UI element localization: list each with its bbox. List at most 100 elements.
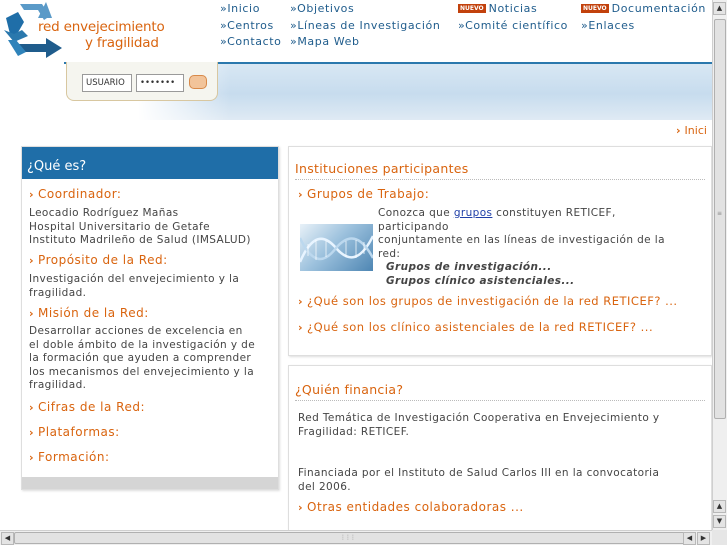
faq-grupos-investigacion[interactable]: › ¿Qué son los grupos de investigación de… bbox=[298, 294, 678, 308]
nav-noticias[interactable]: NUEVO Noticias bbox=[458, 2, 537, 15]
orange-arrow-icon: › bbox=[676, 124, 681, 137]
horizontal-scrollbar[interactable]: ◀ ⋮⋮⋮ ◀ ▶ bbox=[0, 530, 712, 545]
grip-icon: ≡ bbox=[717, 210, 722, 217]
orange-arrow-icon: › bbox=[29, 451, 35, 464]
orange-arrow-icon: › bbox=[29, 307, 35, 320]
cifras-heading[interactable]: › Cifras de la Red: bbox=[29, 400, 145, 414]
grupos-intro-line1: Conozca que grupos constituyen RETICEF, bbox=[378, 207, 665, 221]
breadcrumb-inicio[interactable]: Inici bbox=[685, 124, 707, 137]
nav-enlaces[interactable]: »Enlaces bbox=[581, 19, 635, 32]
scroll-left-arrow-icon[interactable]: ◀ bbox=[683, 532, 696, 545]
financia-line: Fragilidad: RETICEF. bbox=[298, 425, 410, 438]
intro-line: red: bbox=[378, 247, 401, 260]
financia-line: del 2006. bbox=[298, 480, 352, 493]
nav-inicio-link[interactable]: »Inicio bbox=[220, 2, 260, 15]
scroll-right-arrow-icon[interactable]: ▶ bbox=[697, 532, 710, 545]
mision-line: los mecanismos del envejecimiento y la bbox=[29, 365, 255, 378]
orange-arrow-icon: › bbox=[298, 188, 304, 201]
nav-mapa-link[interactable]: »Mapa Web bbox=[290, 35, 360, 48]
grip-icon: ⋮⋮⋮ bbox=[340, 534, 356, 541]
scroll-up-arrow-icon[interactable]: ▲ bbox=[713, 2, 726, 15]
nav-documentacion[interactable]: NUEVO Documentación bbox=[581, 2, 706, 15]
grupos-clinicos-link[interactable]: Grupos clínico asistenciales... bbox=[378, 275, 665, 289]
orange-arrow-icon: › bbox=[29, 188, 35, 201]
orange-arrow-icon: › bbox=[298, 501, 304, 514]
mision-line: el doble ámbito de la investigación y de bbox=[29, 338, 256, 351]
new-badge: NUEVO bbox=[581, 4, 609, 13]
dna-image bbox=[300, 224, 373, 271]
vertical-scroll-thumb[interactable]: ≡ bbox=[714, 19, 726, 419]
nav-contacto-link[interactable]: »Contacto bbox=[220, 35, 281, 48]
site-logo[interactable]: red envejecimiento y fragilidad bbox=[2, 0, 217, 62]
nav-objetivos[interactable]: »Objetivos bbox=[290, 2, 354, 15]
intro-line: participando bbox=[378, 220, 449, 233]
faq1-link[interactable]: ¿Qué son los grupos de investigación de … bbox=[307, 294, 678, 308]
financia-line: Red Temática de Investigación Cooperativ… bbox=[298, 412, 660, 424]
new-badge: NUEVO bbox=[458, 4, 486, 13]
instituciones-title: Instituciones participantes bbox=[295, 161, 469, 176]
mision-heading[interactable]: › Misión de la Red: bbox=[29, 306, 149, 320]
password-input[interactable] bbox=[136, 74, 184, 92]
intro-line: conjuntamente en las líneas de investiga… bbox=[378, 234, 665, 246]
proposito-line: fragilidad. bbox=[29, 286, 87, 299]
plataformas-heading[interactable]: › Plataformas: bbox=[29, 425, 120, 439]
mision-line: la formación que ayuden a comprender bbox=[29, 352, 252, 364]
breadcrumb[interactable]: › Inici bbox=[676, 124, 707, 137]
scroll-left-arrow-icon[interactable]: ◀ bbox=[1, 532, 14, 545]
financia-text-2: Financiada por el Instituto de Salud Car… bbox=[298, 467, 659, 494]
grupos-investigacion-link[interactable]: Grupos de investigación... bbox=[378, 261, 665, 275]
financia-line: Financiada por el Instituto de Salud Car… bbox=[298, 467, 660, 479]
quien-financia-panel: ¿Quién financia? Red Temática de Investi… bbox=[288, 365, 712, 530]
nav-objetivos-link[interactable]: »Objetivos bbox=[290, 2, 354, 15]
nav-enlaces-link[interactable]: »Enlaces bbox=[581, 19, 635, 32]
grupos-intro: Conozca que grupos constituyen RETICEF, … bbox=[378, 207, 665, 288]
vertical-scrollbar[interactable]: ▲ ≡ ▲ ▼ bbox=[712, 0, 727, 530]
logo-line2: y fragilidad bbox=[85, 35, 159, 51]
que-es-panel: ¿Qué es? › Coordinador: Leocadio Rodrígue… bbox=[21, 146, 279, 490]
nav-contacto[interactable]: »Contacto bbox=[220, 35, 281, 48]
proposito-line: Investigación del envejecimiento y la bbox=[29, 273, 240, 285]
nav-inicio[interactable]: »Inicio bbox=[220, 2, 260, 15]
formacion-heading[interactable]: › Formación: bbox=[29, 450, 110, 464]
faq-grupos-clinicos[interactable]: › ¿Qué son los clínico asistenciales de l… bbox=[298, 320, 653, 334]
coordinador-line: Instituto Madrileño de Salud (IMSALUD) bbox=[29, 234, 251, 246]
que-es-title: ¿Qué es? bbox=[22, 147, 278, 179]
coordinador-title[interactable]: Coordinador: bbox=[38, 187, 121, 201]
coordinador-heading[interactable]: › Coordinador: bbox=[29, 187, 121, 201]
mision-title[interactable]: Misión de la Red: bbox=[38, 306, 149, 320]
proposito-text: Investigación del envejecimiento y la fr… bbox=[29, 273, 239, 300]
nav-mapa-web[interactable]: »Mapa Web bbox=[290, 35, 360, 48]
nav-lineas-link[interactable]: »Líneas de Investigación bbox=[290, 19, 440, 32]
divider bbox=[295, 179, 705, 180]
orange-arrow-icon: › bbox=[29, 426, 35, 439]
horizontal-scroll-thumb[interactable]: ⋮⋮⋮ bbox=[14, 532, 696, 544]
proposito-title[interactable]: Propósito de la Red: bbox=[38, 253, 168, 267]
scroll-up-arrow-icon[interactable]: ▲ bbox=[713, 500, 726, 513]
plataformas-title[interactable]: Plataformas: bbox=[38, 425, 120, 439]
grupos-trabajo-title[interactable]: Grupos de Trabajo: bbox=[307, 187, 429, 201]
nav-centros-link[interactable]: »Centros bbox=[220, 19, 274, 32]
nav-lineas[interactable]: »Líneas de Investigación bbox=[290, 19, 440, 32]
proposito-heading[interactable]: › Propósito de la Red: bbox=[29, 253, 168, 267]
nav-noticias-link[interactable]: Noticias bbox=[489, 2, 538, 15]
nav-comite-link[interactable]: »Comité científico bbox=[458, 19, 568, 32]
coordinador-line: Leocadio Rodríguez Mañas bbox=[29, 207, 179, 219]
nav-comite[interactable]: »Comité científico bbox=[458, 19, 568, 32]
mision-line: Desarrollar acciones de excelencia en bbox=[29, 325, 243, 337]
divider bbox=[295, 400, 705, 401]
login-box bbox=[66, 62, 218, 101]
otras-entidades-heading[interactable]: › Otras entidades colaboradoras ... bbox=[298, 500, 524, 514]
cifras-title[interactable]: Cifras de la Red: bbox=[38, 400, 145, 414]
financia-text: Red Temática de Investigación Cooperativ… bbox=[298, 412, 660, 439]
grupos-trabajo-heading[interactable]: › Grupos de Trabajo: bbox=[298, 187, 429, 201]
username-input[interactable] bbox=[82, 74, 132, 92]
formacion-title[interactable]: Formación: bbox=[38, 450, 110, 464]
nav-documentacion-link[interactable]: Documentación bbox=[612, 2, 706, 15]
nav-centros[interactable]: »Centros bbox=[220, 19, 274, 32]
scroll-down-arrow-icon[interactable]: ▼ bbox=[713, 515, 726, 528]
login-submit-button[interactable] bbox=[189, 75, 207, 89]
faq2-link[interactable]: ¿Qué son los clínico asistenciales de la… bbox=[307, 320, 653, 334]
grupos-link[interactable]: grupos bbox=[454, 207, 493, 219]
quien-financia-title: ¿Quién financia? bbox=[295, 382, 404, 397]
otras-entidades-link[interactable]: Otras entidades colaboradoras ... bbox=[307, 500, 524, 514]
